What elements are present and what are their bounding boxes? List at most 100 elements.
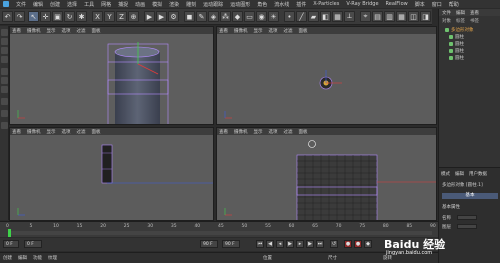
- bottom-texture[interactable]: 纹理: [48, 255, 57, 261]
- viewport-right[interactable]: 查看 摄像机 显示 选项 过滤 面板 右视图: [9, 127, 214, 221]
- menu-help[interactable]: 帮助: [449, 1, 459, 8]
- menu-select[interactable]: 选择: [67, 1, 77, 8]
- menu-character[interactable]: 角色: [257, 1, 267, 8]
- viewport-menu-options[interactable]: 选项: [269, 129, 278, 135]
- loop-icon[interactable]: ↺: [330, 240, 338, 248]
- rotate-icon[interactable]: ↻: [64, 11, 75, 22]
- viewport-menu-options[interactable]: 选项: [62, 28, 71, 34]
- pen-icon[interactable]: ✎: [196, 11, 207, 22]
- object-row[interactable]: 多边形对象: [445, 27, 474, 33]
- viewport-menu-camera[interactable]: 摄像机: [234, 129, 248, 135]
- keyframe-selection-icon[interactable]: ◆: [364, 240, 372, 248]
- current-frame-field[interactable]: 0 F: [24, 240, 42, 248]
- prev-key-icon[interactable]: ◀: [266, 240, 274, 248]
- make-editable-icon[interactable]: [1, 29, 8, 36]
- timeline-playhead[interactable]: [8, 229, 11, 237]
- prev-frame-icon[interactable]: ◂: [276, 240, 284, 248]
- render-view-icon[interactable]: ▶: [144, 11, 155, 22]
- workplane-side-icon[interactable]: [1, 56, 8, 63]
- viewport-front[interactable]: 查看 摄像机 显示 选项 过滤 面板 正视图: [216, 127, 437, 221]
- viewport-menu-panel[interactable]: 面板: [299, 28, 308, 34]
- menu-vray[interactable]: V-Ray Bridge: [346, 1, 378, 7]
- menu-file[interactable]: 文件: [16, 1, 26, 8]
- om-menu-bookmarks[interactable]: 书签: [470, 18, 479, 24]
- deformer-icon[interactable]: ◆: [232, 11, 243, 22]
- bottom-create[interactable]: 创建: [3, 255, 12, 261]
- om-menu-edit[interactable]: 编辑: [456, 10, 465, 16]
- polygons-mode-icon[interactable]: ▰: [308, 11, 319, 22]
- viewport-menu-camera[interactable]: 摄像机: [27, 28, 41, 34]
- live-select-icon[interactable]: ↖: [28, 11, 39, 22]
- om-menu-file[interactable]: 文件: [442, 10, 451, 16]
- texture-mode-icon[interactable]: ▦: [332, 11, 343, 22]
- redo-icon[interactable]: ↷: [14, 11, 25, 22]
- polygons-side-icon[interactable]: [1, 86, 8, 93]
- bottom-edit[interactable]: 编辑: [18, 255, 27, 261]
- menu-plugins[interactable]: 插件: [296, 1, 306, 8]
- menu-sculpt[interactable]: 雕刻: [186, 1, 196, 8]
- light-icon[interactable]: ☀: [268, 11, 279, 22]
- viewport-menu-view[interactable]: 查看: [12, 28, 21, 34]
- play-icon[interactable]: ▶: [286, 240, 294, 248]
- y-axis-button[interactable]: Y: [104, 11, 115, 22]
- next-frame-icon[interactable]: ▸: [296, 240, 304, 248]
- snap-side-icon[interactable]: [1, 110, 8, 117]
- end-frame-field[interactable]: 90 F: [200, 240, 218, 248]
- array-icon[interactable]: ⁂: [220, 11, 231, 22]
- viewport-menu-filter[interactable]: 过滤: [77, 28, 86, 34]
- menu-mesh[interactable]: 网格: [101, 1, 111, 8]
- grid-icon[interactable]: ▦: [396, 11, 407, 22]
- menu-snap[interactable]: 捕捉: [118, 1, 128, 8]
- attribute-layer-input[interactable]: [457, 224, 477, 229]
- coordinate-system-icon[interactable]: ⊕: [128, 11, 139, 22]
- object-row[interactable]: 圆柱: [449, 55, 464, 61]
- floor-icon[interactable]: ▭: [244, 11, 255, 22]
- viewport-perspective[interactable]: 查看 摄像机 显示 选项 过滤 面板 透视视图: [9, 26, 214, 125]
- menu-mograph[interactable]: 运动图形: [230, 1, 250, 8]
- record-icon[interactable]: ●: [344, 240, 352, 248]
- menu-render[interactable]: 渲染: [169, 1, 179, 8]
- bottom-function[interactable]: 功能: [33, 255, 42, 261]
- model-icon[interactable]: [1, 38, 8, 45]
- snap-icon[interactable]: ⌖: [360, 11, 371, 22]
- basic-tab-button[interactable]: 基本: [442, 193, 498, 199]
- viewport-menu-options[interactable]: 选项: [269, 28, 278, 34]
- object-row[interactable]: 圆柱: [449, 41, 464, 47]
- recent-tool-icon[interactable]: ✱: [76, 11, 87, 22]
- menu-simulate[interactable]: 模拟: [152, 1, 162, 8]
- points-side-icon[interactable]: [1, 68, 8, 75]
- viewport-top[interactable]: 查看 摄像机 显示 选项 过滤 面板 顶视图: [216, 26, 437, 125]
- om-menu-view[interactable]: 查看: [470, 10, 479, 16]
- start-frame-field[interactable]: 0 F: [3, 240, 19, 248]
- cube-icon[interactable]: ◼: [184, 11, 195, 22]
- model-mode-icon[interactable]: ◧: [320, 11, 331, 22]
- go-end-icon[interactable]: ⏭: [316, 240, 324, 248]
- object-row[interactable]: 圆柱: [449, 34, 464, 40]
- viewport-menu-panel[interactable]: 面板: [92, 129, 101, 135]
- attr-tab-userdata[interactable]: 用户数据: [469, 171, 487, 177]
- edges-side-icon[interactable]: [1, 77, 8, 84]
- subdivision-icon[interactable]: ◈: [208, 11, 219, 22]
- go-start-icon[interactable]: ⏮: [256, 240, 264, 248]
- quantize-icon[interactable]: ◨: [420, 11, 431, 22]
- viewport-menu-display[interactable]: 显示: [254, 28, 263, 34]
- viewport-menu-options[interactable]: 选项: [62, 129, 71, 135]
- viewport-menu-filter[interactable]: 过滤: [284, 129, 293, 135]
- move-icon[interactable]: ✛: [40, 11, 51, 22]
- menu-animate[interactable]: 动画: [135, 1, 145, 8]
- viewport-menu-view[interactable]: 查看: [219, 129, 228, 135]
- menu-tools[interactable]: 工具: [84, 1, 94, 8]
- scale-icon[interactable]: ▣: [52, 11, 63, 22]
- viewport-menu-view[interactable]: 查看: [219, 28, 228, 34]
- menu-realflow[interactable]: RealFlow: [386, 1, 408, 7]
- camera-icon[interactable]: ◉: [256, 11, 267, 22]
- menu-script[interactable]: 脚本: [415, 1, 425, 8]
- timeline-bar[interactable]: [8, 231, 432, 235]
- menu-create[interactable]: 创建: [50, 1, 60, 8]
- viewport-menu-panel[interactable]: 面板: [92, 28, 101, 34]
- viewport-menu-display[interactable]: 显示: [254, 129, 263, 135]
- axis-mode-icon[interactable]: ⟂: [344, 11, 355, 22]
- om-menu-tags[interactable]: 标签: [456, 18, 465, 24]
- z-axis-button[interactable]: Z: [116, 11, 127, 22]
- sculpt-side-icon[interactable]: [1, 98, 8, 105]
